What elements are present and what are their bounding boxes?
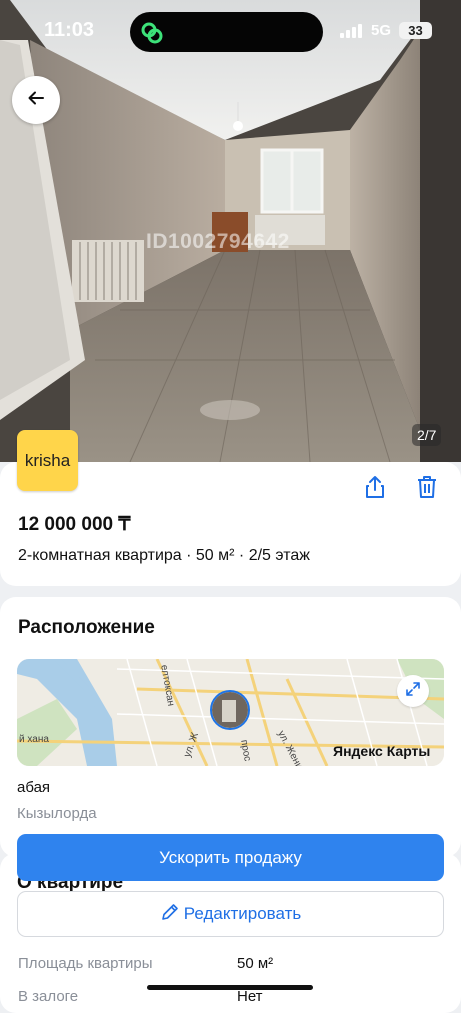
about-row-label: В залоге xyxy=(18,988,79,1005)
logo-text: krisha xyxy=(24,450,71,470)
krisha-logo: krisha xyxy=(17,430,78,491)
status-time: 11:03 xyxy=(44,19,95,41)
photo-watermark: ID1002794642 xyxy=(146,230,290,253)
edit-button[interactable]: Редактировать xyxy=(17,891,444,937)
map-street-label: й хана xyxy=(19,734,49,745)
boost-sale-button[interactable]: Ускорить продажу xyxy=(17,834,444,881)
about-row-value: 50 м² xyxy=(237,955,274,972)
battery-level: 33 xyxy=(399,22,432,39)
location-city: Кызылорда xyxy=(17,805,97,822)
about-row-label: Площадь квартиры xyxy=(18,955,153,972)
back-button[interactable] xyxy=(12,76,60,124)
edit-button-label: Редактировать xyxy=(183,904,302,923)
about-row-value: Нет xyxy=(237,988,263,1005)
listing-summary: 2-комнатная квартира · 50 м² · 2/5 этаж xyxy=(18,547,310,564)
back-arrow-icon xyxy=(27,89,45,112)
map-brand: Яндекс Карты xyxy=(333,743,431,759)
map-location-pin[interactable] xyxy=(210,690,250,730)
network-type: 5G xyxy=(371,22,392,39)
listing-price: 12 000 000 ₸ xyxy=(18,514,131,535)
expand-icon xyxy=(405,681,421,702)
island-link-icon xyxy=(140,21,164,50)
home-indicator xyxy=(147,985,313,990)
trash-icon[interactable] xyxy=(414,474,440,505)
dynamic-island xyxy=(130,12,323,52)
pencil-icon xyxy=(160,902,184,927)
location-map[interactable]: елтоксан ул. Женис й хана ул. Ж прос Янд… xyxy=(17,659,444,766)
photo-counter: 2/7 xyxy=(412,424,442,446)
signal-icon xyxy=(340,24,362,43)
map-expand-button[interactable] xyxy=(397,675,429,707)
location-title: Расположение xyxy=(18,617,155,638)
share-icon[interactable] xyxy=(362,474,388,505)
status-bar: 11:03 5G 33 xyxy=(0,0,461,62)
location-street: абая xyxy=(17,779,51,796)
